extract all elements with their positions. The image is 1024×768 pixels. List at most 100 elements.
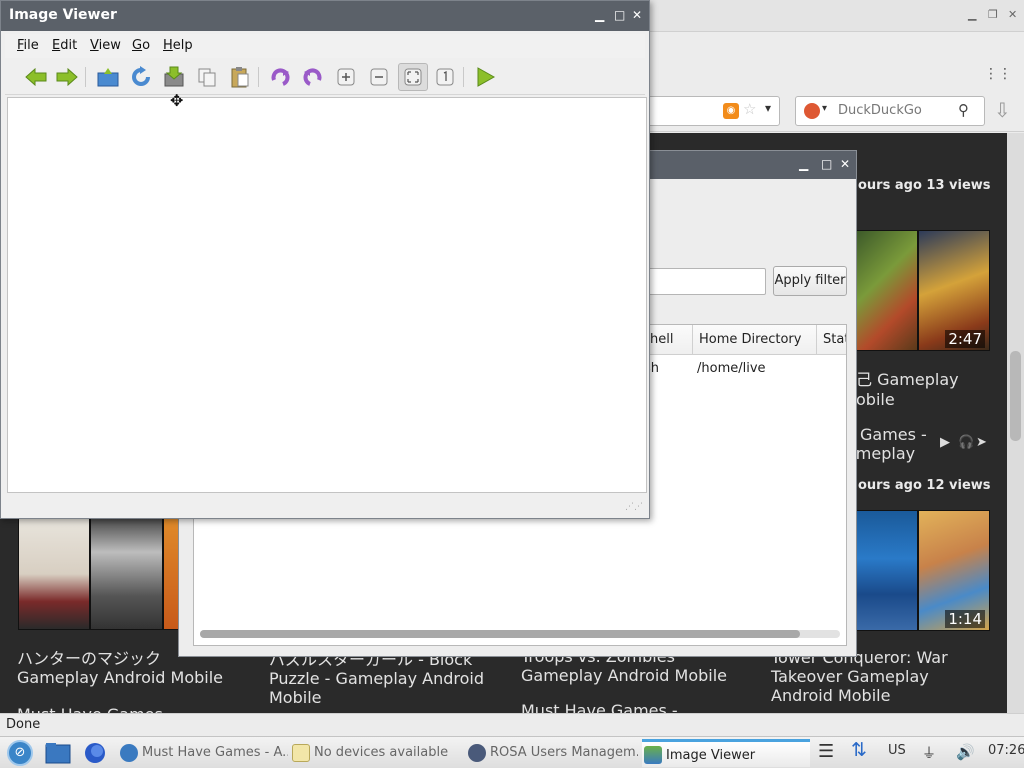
video-thumbnail[interactable]: 2:47: [918, 230, 990, 351]
column-header-status[interactable]: Stat: [816, 325, 846, 355]
browser-status-bar: Done: [0, 713, 1024, 736]
menu-bar: File Edit View Go Help: [5, 34, 645, 58]
task-devices[interactable]: No devices available: [290, 739, 462, 767]
image-viewer-window: Image Viewer ▁ □ ✕ File Edit View Go Hel…: [0, 0, 650, 519]
image-viewer-titlebar[interactable]: Image Viewer ▁ □ ✕: [1, 1, 649, 31]
resize-grip-icon[interactable]: ⋰⋰: [625, 502, 643, 512]
download-icon[interactable]: ⇩: [994, 98, 1011, 122]
taskbar: ⊘ Must Have Games - A... No devices avai…: [0, 736, 1024, 768]
maximize-icon[interactable]: □: [614, 8, 625, 22]
users-icon: [468, 744, 486, 762]
table-cell-home[interactable]: /home/live: [697, 361, 766, 376]
video-meta: ours ago 13 views: [858, 178, 991, 193]
image-viewer-icon: [644, 746, 662, 764]
menu-help[interactable]: Help: [163, 38, 193, 53]
youtube-icon[interactable]: ▶: [940, 435, 950, 450]
save-icon[interactable]: [162, 65, 186, 89]
video-thumbnail[interactable]: [18, 518, 90, 630]
scrollbar-thumb[interactable]: [200, 630, 800, 638]
globe-icon: [120, 744, 138, 762]
table-hscrollbar[interactable]: [200, 630, 840, 638]
video-thumbnail[interactable]: [856, 230, 918, 351]
network-updown-icon[interactable]: ⇅: [851, 739, 867, 761]
search-input[interactable]: DuckDuckGo: [838, 103, 922, 118]
start-menu-icon[interactable]: ⊘: [7, 740, 33, 766]
video-thumbnail[interactable]: [163, 518, 179, 630]
video-thumbnail[interactable]: [90, 518, 163, 630]
video-duration: 2:47: [945, 330, 985, 348]
tab-grid-icon[interactable]: ⋮⋮: [984, 66, 1012, 82]
url-dropdown-icon[interactable]: ▾: [765, 101, 771, 115]
minimize-icon[interactable]: ▁: [595, 8, 604, 22]
volume-icon[interactable]: 🔊: [956, 743, 975, 761]
maximize-icon[interactable]: ❐: [988, 8, 998, 21]
menu-file[interactable]: File: [17, 38, 39, 53]
slideshow-play-icon[interactable]: [473, 65, 497, 89]
file-manager-icon[interactable]: [45, 741, 71, 765]
zoom-in-icon[interactable]: [334, 65, 358, 89]
video-title[interactable]: 己 Gameplay: [856, 370, 1007, 389]
open-folder-icon[interactable]: [96, 65, 120, 89]
task-label: ROSA Users Managem...: [490, 745, 638, 760]
toolbar: [5, 59, 645, 95]
fit-to-window-icon[interactable]: [398, 63, 428, 91]
browser-launcher-icon[interactable]: [83, 741, 107, 765]
headphones-icon[interactable]: 🎧: [958, 435, 974, 450]
video-title[interactable]: Must Have Games -: [17, 705, 257, 713]
task-browser[interactable]: Must Have Games - A...: [118, 739, 288, 767]
video-title[interactable]: パズルスターガール - Block Puzzle - Gameplay Andr…: [269, 650, 499, 707]
rotate-clockwise-icon[interactable]: [268, 65, 292, 89]
rss-feed-icon[interactable]: ◉: [723, 103, 739, 119]
minimize-icon[interactable]: ▁: [799, 157, 808, 171]
task-rosa-users[interactable]: ROSA Users Managem...: [466, 739, 638, 767]
task-label: Image Viewer: [666, 748, 756, 763]
copy-icon[interactable]: [195, 65, 219, 89]
minimize-icon[interactable]: ▁: [968, 8, 976, 21]
task-label: No devices available: [314, 745, 449, 760]
original-size-icon[interactable]: [433, 65, 457, 89]
settings-sliders-icon[interactable]: ☰: [818, 741, 834, 762]
clock[interactable]: 07:26: [988, 743, 1024, 758]
status-text: Done: [6, 717, 41, 732]
image-canvas[interactable]: [7, 97, 647, 493]
video-title[interactable]: obile: [856, 390, 1007, 409]
close-icon[interactable]: ✕: [632, 8, 642, 22]
toolbar-separator: [85, 67, 86, 87]
video-duration: 1:14: [945, 610, 985, 628]
maximize-icon[interactable]: □: [821, 157, 832, 171]
zoom-out-icon[interactable]: [367, 65, 391, 89]
send-icon[interactable]: ➤: [976, 435, 987, 450]
search-bar[interactable]: ▾ DuckDuckGo ⚲: [795, 96, 985, 126]
video-thumbnail[interactable]: [856, 510, 918, 631]
close-icon[interactable]: ✕: [1008, 8, 1017, 21]
window-title: Image Viewer: [9, 7, 117, 23]
reload-icon[interactable]: [129, 65, 153, 89]
paste-icon[interactable]: [228, 65, 252, 89]
task-image-viewer[interactable]: Image Viewer: [642, 739, 810, 767]
menu-view[interactable]: View: [90, 38, 121, 53]
search-icon[interactable]: ⚲: [958, 101, 969, 119]
keyboard-layout[interactable]: US: [888, 743, 906, 758]
device-icon: [292, 744, 310, 762]
rotate-counterclockwise-icon[interactable]: [301, 65, 325, 89]
menu-edit[interactable]: Edit: [52, 38, 77, 53]
url-bar[interactable]: ◉ ☆ ▾: [640, 96, 780, 126]
bookmark-star-icon[interactable]: ☆: [743, 100, 756, 118]
move-cursor-icon: ✥: [170, 91, 184, 110]
video-title[interactable]: Must Have Games -: [521, 701, 761, 713]
usb-icon[interactable]: ⏚: [922, 743, 936, 763]
column-header-shell[interactable]: hell: [644, 325, 692, 355]
close-icon[interactable]: ✕: [840, 157, 850, 171]
search-engine-dropdown-icon[interactable]: ▾: [822, 103, 827, 114]
toolbar-separator: [258, 67, 259, 87]
apply-filter-button[interactable]: Apply filter: [773, 266, 847, 296]
menu-go[interactable]: Go: [132, 38, 150, 53]
video-thumbnail[interactable]: 1:14: [918, 510, 990, 631]
scrollbar-thumb[interactable]: [1010, 351, 1021, 441]
forward-arrow-icon[interactable]: [55, 65, 79, 89]
back-arrow-icon[interactable]: [24, 65, 48, 89]
duckduckgo-logo-icon[interactable]: [804, 103, 820, 119]
page-scrollbar[interactable]: [1007, 133, 1024, 713]
toolbar-separator: [463, 67, 464, 87]
column-header-home-directory[interactable]: Home Directory: [692, 325, 816, 355]
